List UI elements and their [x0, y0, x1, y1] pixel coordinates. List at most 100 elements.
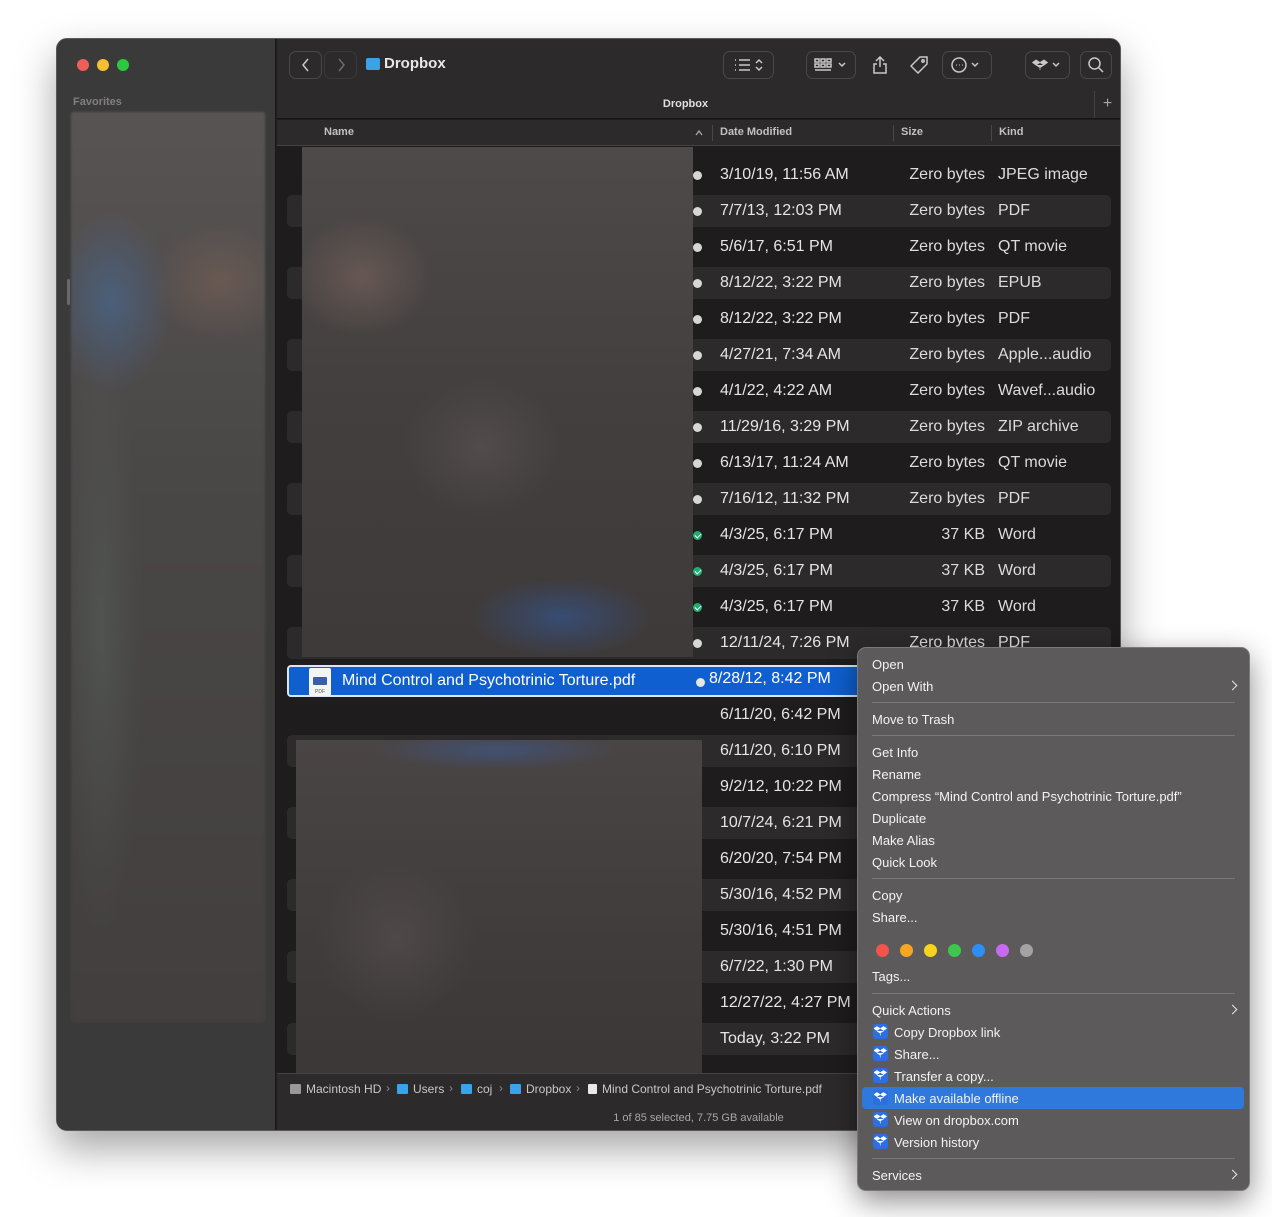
- document-icon: [588, 1084, 597, 1094]
- share-button[interactable]: [865, 51, 895, 79]
- back-button[interactable]: [289, 51, 322, 79]
- file-size: 37 KB: [941, 526, 985, 543]
- tag-icon: [910, 56, 928, 74]
- menu-copy[interactable]: Copy: [862, 884, 1244, 906]
- cloud-status-icon: [693, 207, 702, 216]
- file-date: 6/7/22, 1:30 PM: [720, 958, 833, 975]
- file-date: 7/7/13, 12:03 PM: [720, 202, 842, 219]
- search-button[interactable]: [1080, 51, 1112, 79]
- file-size: Zero bytes: [909, 274, 985, 291]
- pdf-file-icon: [309, 668, 331, 696]
- forward-button[interactable]: [324, 51, 357, 79]
- file-size: Zero bytes: [909, 166, 985, 183]
- file-date: 12/11/24, 7:26 PM: [720, 634, 850, 651]
- window-title: Dropbox: [384, 55, 446, 72]
- file-size: Zero bytes: [909, 346, 985, 363]
- menu-services[interactable]: Services: [862, 1164, 1244, 1186]
- redacted-filenames-lower: [296, 740, 702, 1073]
- menu-transfer-copy[interactable]: Transfer a copy...: [862, 1065, 1244, 1087]
- file-date: 11/29/16, 3:29 PM: [720, 418, 850, 435]
- toolbar: Dropbox: [277, 39, 1120, 91]
- cloud-status-icon: [693, 495, 702, 504]
- menu-compress[interactable]: Compress “Mind Control and Psychotrinic …: [862, 785, 1244, 807]
- crumb-coj[interactable]: coj: [461, 1082, 492, 1096]
- menu-version-history[interactable]: Version history: [862, 1131, 1244, 1153]
- list-view-icon: [734, 58, 763, 72]
- file-date: 8/12/22, 3:22 PM: [720, 310, 842, 327]
- column-size[interactable]: Size: [901, 126, 923, 138]
- synced-check-icon: [693, 567, 702, 576]
- column-date-modified[interactable]: Date Modified: [720, 126, 792, 138]
- menu-rename[interactable]: Rename: [862, 763, 1244, 785]
- file-date: 10/7/24, 6:21 PM: [720, 814, 842, 831]
- file-size: Zero bytes: [909, 490, 985, 507]
- group-button[interactable]: [806, 51, 856, 79]
- file-row[interactable]: 6/11/20, 6:42 PM: [287, 699, 865, 731]
- tab-dropbox[interactable]: Dropbox: [277, 98, 1094, 110]
- column-name[interactable]: Name: [324, 126, 354, 138]
- file-date: 6/11/20, 6:10 PM: [720, 742, 841, 759]
- menu-dropbox-share[interactable]: Share...: [862, 1043, 1244, 1065]
- tab-bar: Dropbox +: [277, 91, 1120, 119]
- folder-icon: [366, 58, 380, 70]
- cloud-status-icon: [693, 639, 702, 648]
- file-date: 12/27/22, 4:27 PM: [720, 994, 851, 1011]
- file-date: 5/30/16, 4:51 PM: [720, 922, 842, 939]
- action-menu-button[interactable]: [942, 51, 992, 79]
- menu-make-available-offline[interactable]: Make available offline: [862, 1087, 1244, 1109]
- menu-open[interactable]: Open: [862, 653, 1244, 675]
- minimize-window-button[interactable]: [97, 59, 109, 71]
- dropbox-icon: [873, 1024, 888, 1039]
- menu-quick-look[interactable]: Quick Look: [862, 851, 1244, 873]
- cloud-status-icon: [693, 423, 702, 432]
- file-kind: JPEG image: [998, 166, 1088, 183]
- redacted-filenames-upper: [302, 147, 693, 657]
- tag-button[interactable]: [904, 51, 934, 79]
- menu-open-with[interactable]: Open With: [862, 675, 1244, 697]
- crumb-dropbox[interactable]: Dropbox: [510, 1082, 571, 1096]
- tag-green[interactable]: [948, 944, 961, 957]
- tag-orange[interactable]: [900, 944, 913, 957]
- ellipsis-circle-icon: [951, 57, 979, 73]
- dropbox-icon: [873, 1046, 888, 1061]
- sidebar-resize-handle[interactable]: [67, 279, 70, 305]
- crumb-users[interactable]: Users: [397, 1082, 444, 1096]
- sort-ascending-icon: [695, 130, 703, 136]
- new-tab-button[interactable]: +: [1094, 91, 1120, 118]
- close-window-button[interactable]: [77, 59, 89, 71]
- crumb-macintosh-hd[interactable]: Macintosh HD: [290, 1082, 381, 1096]
- menu-make-alias[interactable]: Make Alias: [862, 829, 1244, 851]
- chevron-right-icon: [1227, 680, 1238, 691]
- tag-purple[interactable]: [996, 944, 1009, 957]
- file-date: 6/13/17, 11:24 AM: [720, 454, 849, 471]
- cloud-status-icon: [693, 243, 702, 252]
- tag-gray[interactable]: [1020, 944, 1033, 957]
- file-size: 37 KB: [941, 598, 985, 615]
- file-kind: EPUB: [998, 274, 1042, 291]
- menu-tags[interactable]: Tags...: [862, 965, 1244, 987]
- menu-copy-dropbox-link[interactable]: Copy Dropbox link: [862, 1021, 1244, 1043]
- column-kind[interactable]: Kind: [999, 126, 1023, 138]
- dropbox-toolbar-button[interactable]: [1025, 51, 1070, 79]
- file-date: 4/3/25, 6:17 PM: [720, 562, 833, 579]
- menu-get-info[interactable]: Get Info: [862, 741, 1244, 763]
- column-header: Name Date Modified Size Kind: [277, 120, 1120, 146]
- tag-yellow[interactable]: [924, 944, 937, 957]
- menu-share[interactable]: Share...: [862, 906, 1244, 928]
- folder-icon: [510, 1084, 521, 1094]
- menu-view-on-dropbox[interactable]: View on dropbox.com: [862, 1109, 1244, 1131]
- crumb-file[interactable]: Mind Control and Psychotrinic Torture.pd…: [588, 1082, 822, 1096]
- chevron-right-icon: [1227, 1004, 1238, 1015]
- zoom-window-button[interactable]: [117, 59, 129, 71]
- menu-move-to-trash[interactable]: Move to Trash: [862, 708, 1244, 730]
- share-icon: [873, 56, 887, 74]
- menu-duplicate[interactable]: Duplicate: [862, 807, 1244, 829]
- tag-blue[interactable]: [972, 944, 985, 957]
- file-date: 4/1/22, 4:22 AM: [720, 382, 833, 399]
- sidebar-heading-favorites: Favorites: [73, 96, 122, 108]
- sidebar-items-redacted: [71, 112, 265, 1022]
- menu-quick-actions[interactable]: Quick Actions: [862, 999, 1244, 1021]
- tag-red[interactable]: [876, 944, 889, 957]
- list-view-button[interactable]: [723, 51, 774, 79]
- file-kind: ZIP archive: [998, 418, 1079, 435]
